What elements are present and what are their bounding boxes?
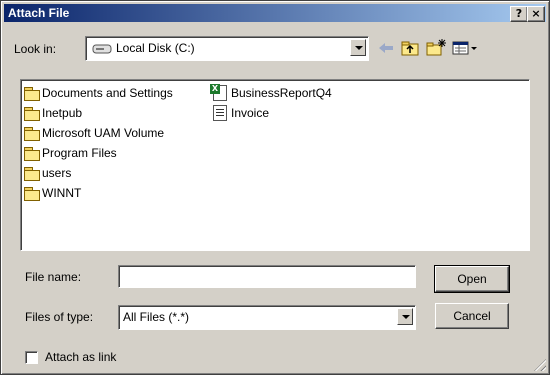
list-item[interactable]: users	[24, 164, 71, 182]
look-in-label: Look in:	[14, 42, 57, 56]
window-title: Attach File	[8, 6, 70, 20]
list-item[interactable]: Program Files	[24, 144, 117, 162]
file-type-value: All Files (*.*)	[123, 310, 190, 324]
list-item[interactable]: WINNT	[24, 184, 81, 202]
back-icon	[379, 43, 393, 53]
attach-file-dialog: Attach File ? × Look in: Local Disk (C:)	[0, 0, 550, 375]
folder-icon	[24, 186, 40, 201]
help-button[interactable]: ?	[510, 6, 528, 22]
up-folder-button[interactable]	[400, 38, 422, 58]
list-item[interactable]: Inetpub	[24, 104, 82, 122]
excel-file-icon	[210, 84, 227, 101]
list-item[interactable]: Microsoft UAM Volume	[24, 124, 164, 142]
file-item-label: Documents and Settings	[42, 86, 173, 100]
folder-icon	[24, 146, 40, 161]
file-item-label: Invoice	[231, 106, 270, 120]
folder-icon	[24, 166, 40, 181]
folder-icon	[24, 86, 40, 101]
attach-as-link-label[interactable]: Attach as link	[45, 350, 116, 364]
file-list[interactable]: Documents and Settings Inetpub Microsoft…	[20, 79, 530, 251]
file-item-label: users	[42, 166, 72, 180]
up-folder-icon	[401, 41, 419, 56]
back-button[interactable]	[375, 38, 397, 58]
folder-icon	[24, 106, 40, 121]
file-type-label: Files of type:	[25, 310, 94, 324]
file-name-input[interactable]	[118, 265, 416, 288]
new-folder-icon	[426, 39, 446, 56]
list-item[interactable]: BusinessReportQ4	[210, 84, 332, 102]
file-type-dropdown-arrow[interactable]	[397, 308, 413, 325]
close-button[interactable]: ×	[527, 6, 545, 22]
resize-grip[interactable]	[534, 359, 546, 371]
look-in-value: Local Disk (C:)	[116, 41, 195, 55]
title-bar[interactable]: Attach File ? ×	[4, 4, 546, 22]
view-menu-icon	[452, 41, 477, 55]
list-item[interactable]: Documents and Settings	[24, 84, 173, 102]
new-folder-button[interactable]	[425, 38, 447, 58]
file-item-label: Microsoft UAM Volume	[42, 126, 165, 140]
hard-drive-icon	[92, 44, 112, 54]
open-button[interactable]: Open	[434, 265, 510, 293]
file-item-label: BusinessReportQ4	[231, 86, 332, 100]
file-type-dropdown[interactable]: All Files (*.*)	[118, 305, 416, 330]
file-item-label: WINNT	[42, 186, 82, 200]
folder-icon	[24, 126, 40, 141]
file-item-label: Program Files	[42, 146, 117, 160]
text-file-icon	[213, 105, 227, 121]
look-in-dropdown-arrow[interactable]	[350, 39, 366, 56]
look-in-dropdown[interactable]: Local Disk (C:)	[85, 36, 369, 61]
cancel-button[interactable]: Cancel	[435, 303, 509, 329]
list-item[interactable]: Invoice	[213, 104, 269, 122]
view-menu-button[interactable]	[452, 38, 480, 58]
file-item-label: Inetpub	[42, 106, 83, 120]
file-name-label: File name:	[25, 270, 82, 284]
attach-as-link-checkbox[interactable]	[25, 351, 38, 364]
